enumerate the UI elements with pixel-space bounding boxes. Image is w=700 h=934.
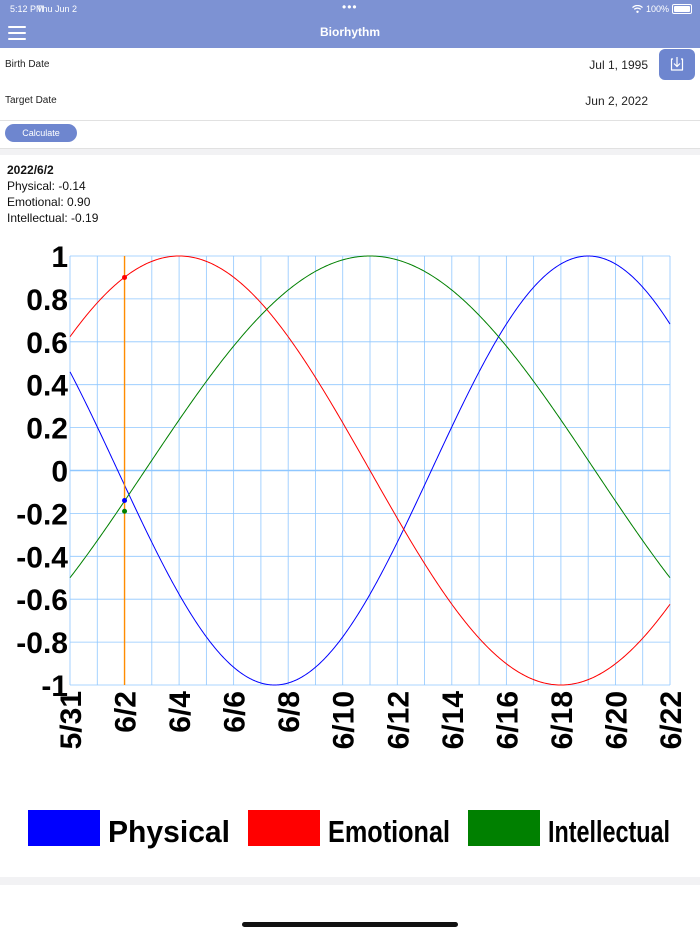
birth-date-picker[interactable]: Jul 1, 1995 — [589, 58, 648, 72]
x-tick-label: 6/18 — [546, 691, 579, 749]
legend-label-intellectual: Intellectual — [548, 814, 670, 849]
target-point-intellectual — [122, 508, 128, 514]
x-tick-label: 6/12 — [382, 691, 415, 749]
status-right: 100% — [632, 4, 692, 14]
x-tick-label: 6/22 — [655, 691, 688, 749]
birth-date-row: Birth Date Jul 1, 1995 — [0, 48, 700, 85]
target-point-emotional — [122, 274, 128, 280]
legend-swatch-intellectual — [468, 810, 540, 846]
y-tick-label: -0.2 — [16, 498, 68, 531]
y-tick-label: 0.6 — [26, 327, 68, 360]
y-tick-label: -0.4 — [16, 541, 68, 574]
x-tick-label: 6/10 — [328, 691, 361, 749]
target-date-picker[interactable]: Jun 2, 2022 — [585, 94, 648, 108]
result-emotional: Emotional: 0.90 — [7, 195, 91, 209]
y-axis-labels: 10.80.60.40.20-0.2-0.4-0.6-0.8-1 — [16, 241, 68, 703]
x-tick-label: 6/16 — [491, 691, 524, 749]
x-tick-label: 6/6 — [219, 691, 252, 733]
battery-icon — [672, 4, 692, 14]
y-tick-label: 0.4 — [26, 370, 68, 403]
legend-swatch-physical — [28, 810, 100, 846]
legend-label-physical: Physical — [108, 814, 230, 849]
birth-date-label: Birth Date — [5, 59, 50, 70]
legend-label-emotional: Emotional — [328, 814, 450, 849]
result-summary: 2022/6/2 Physical: -0.14 Emotional: 0.90… — [7, 162, 98, 226]
page-title: Biorhythm — [320, 25, 380, 39]
y-tick-label: -0.8 — [16, 627, 68, 660]
calculate-button[interactable]: Calculate — [5, 124, 77, 142]
y-tick-label: 0.8 — [26, 284, 68, 317]
x-tick-label: 6/2 — [110, 691, 143, 733]
save-button[interactable] — [659, 49, 695, 80]
legend-swatch-emotional — [248, 810, 320, 846]
y-tick-label: -0.6 — [16, 584, 68, 617]
home-indicator[interactable] — [242, 922, 458, 927]
result-physical: Physical: -0.14 — [7, 179, 86, 193]
wifi-icon — [632, 5, 643, 13]
bottom-divider — [0, 877, 700, 885]
calculate-area: Calculate — [0, 120, 700, 149]
y-tick-label: 1 — [51, 241, 68, 274]
x-axis-labels: 5/31 6/2 6/4 6/6 6/8 6/10 6/12 6/14 6/16 6/18 6/20… — [55, 691, 688, 750]
status-date: Thu Jun 2 — [37, 4, 78, 14]
x-tick-label: 5/31 — [55, 691, 88, 749]
target-date-row: Target Date Jun 2, 2022 — [0, 84, 700, 121]
download-tray-icon — [670, 57, 684, 71]
result-date: 2022/6/2 — [7, 163, 54, 177]
target-date-label: Target Date — [5, 95, 57, 106]
x-tick-label: 6/4 — [164, 691, 197, 733]
nav-bar: 5:12 PM Thu Jun 2 ••• 100% Biorhythm — [0, 0, 700, 48]
section-divider — [0, 149, 700, 155]
x-tick-label: 6/8 — [273, 691, 306, 733]
biorhythm-chart: 10.80.60.40.20-0.2-0.4-0.6-0.8-1 5/31 6/2… — [16, 241, 688, 849]
x-tick-label: 6/14 — [437, 691, 470, 750]
y-tick-label: 0 — [51, 456, 68, 489]
target-point-physical — [122, 498, 128, 504]
x-tick-label: 6/20 — [600, 691, 633, 749]
battery-percent: 100% — [645, 4, 669, 14]
chart-legend: Physical Emotional Intellectual — [28, 810, 670, 849]
result-intellectual: Intellectual: -0.19 — [7, 211, 99, 225]
multitasking-dots[interactable]: ••• — [342, 0, 358, 14]
y-tick-label: 0.2 — [26, 413, 68, 446]
